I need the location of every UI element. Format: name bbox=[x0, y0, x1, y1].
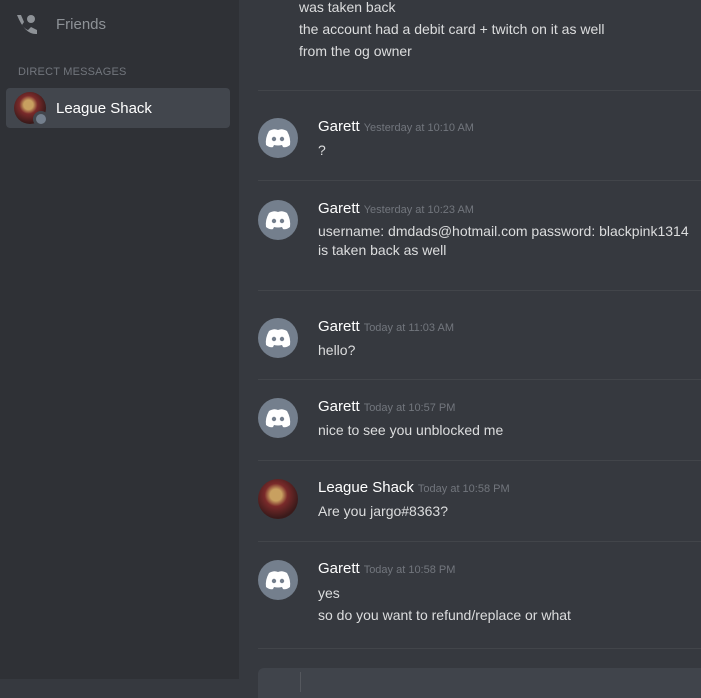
message-line: nice to see you unblocked me bbox=[318, 422, 504, 438]
message-divider bbox=[258, 180, 701, 181]
message-timestamp: Yesterday at 10:10 AM bbox=[363, 122, 474, 134]
message-author[interactable]: Garett bbox=[318, 318, 360, 335]
message-divider bbox=[258, 290, 701, 291]
direct-messages-sidebar: Friends DIRECT MESSAGES League Shack bbox=[0, 0, 239, 679]
message-author[interactable]: Garett bbox=[318, 398, 360, 415]
message-line: hello? bbox=[318, 342, 356, 358]
friends-nav-item[interactable]: Friends bbox=[14, 10, 106, 38]
message-divider bbox=[258, 541, 701, 542]
discord-logo-icon[interactable] bbox=[258, 398, 298, 438]
message-divider bbox=[258, 460, 701, 461]
status-offline-icon bbox=[33, 111, 49, 127]
dm-item-league-shack[interactable]: League Shack bbox=[6, 88, 230, 128]
direct-messages-header: DIRECT MESSAGES bbox=[18, 66, 127, 78]
message-author[interactable]: Garett bbox=[318, 560, 360, 577]
friends-label: Friends bbox=[56, 15, 107, 33]
message-timestamp: Today at 10:57 PM bbox=[363, 402, 456, 414]
message-line: from the og owner bbox=[299, 43, 412, 59]
league-shack-avatar bbox=[14, 92, 49, 127]
discord-logo-icon[interactable] bbox=[258, 318, 298, 358]
message-timestamp: Yesterday at 10:23 AM bbox=[363, 204, 474, 216]
message-line: username: dmdads@hotmail.com password: b… bbox=[318, 223, 689, 239]
message-divider bbox=[258, 648, 701, 649]
dm-item-name: League Shack bbox=[56, 99, 152, 117]
composer-divider bbox=[300, 672, 301, 692]
message-line: yes bbox=[318, 585, 340, 601]
message-author[interactable]: Garett bbox=[318, 200, 360, 217]
message-composer[interactable] bbox=[258, 668, 701, 698]
message-line: was taken back bbox=[299, 0, 396, 15]
message-author[interactable]: League Shack bbox=[318, 479, 414, 496]
message-line: Are you jargo#8363? bbox=[318, 503, 448, 519]
message-divider bbox=[258, 379, 701, 380]
league-shack-avatar[interactable] bbox=[258, 479, 298, 519]
chat-area: was taken back the account had a debit c… bbox=[239, 0, 701, 698]
message-line: the account had a debit card + twitch on… bbox=[299, 21, 605, 37]
message-line: so do you want to refund/replace or what bbox=[318, 607, 571, 623]
message-line: is taken back as well bbox=[318, 242, 447, 258]
message-author[interactable]: Garett bbox=[318, 118, 360, 135]
message-timestamp: Today at 10:58 PM bbox=[363, 564, 456, 576]
discord-logo-icon[interactable] bbox=[258, 200, 298, 240]
message-line: ? bbox=[318, 142, 326, 158]
friends-icon bbox=[17, 15, 37, 35]
message-timestamp: Today at 11:03 AM bbox=[363, 322, 454, 334]
discord-logo-icon[interactable] bbox=[258, 118, 298, 158]
message-divider bbox=[258, 90, 701, 91]
discord-logo-icon[interactable] bbox=[258, 560, 298, 600]
message-timestamp: Today at 10:58 PM bbox=[417, 483, 510, 495]
